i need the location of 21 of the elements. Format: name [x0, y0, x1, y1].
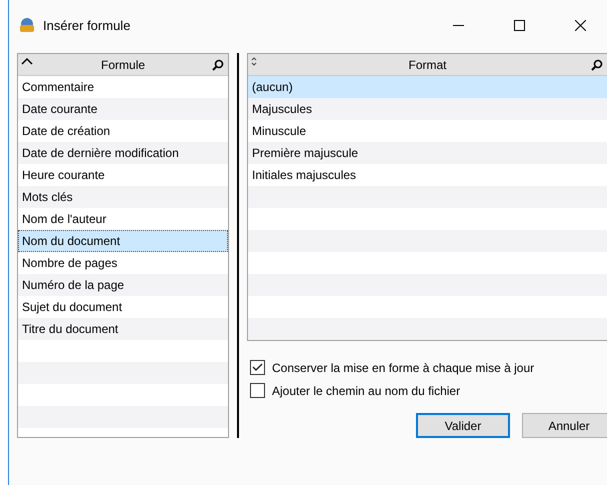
sort-up-icon[interactable] [21, 56, 33, 64]
maximize-icon[interactable] [514, 20, 524, 30]
sort-icon[interactable] [251, 56, 257, 66]
column-header-label: Formule [100, 58, 146, 72]
column-header-label: Format [407, 58, 448, 72]
checkbox[interactable] [250, 383, 265, 398]
dialog-button[interactable]: Valider [416, 413, 510, 438]
window-title: Insérer formule [43, 18, 132, 32]
checkbox-option[interactable]: Ajouter le chemin au nom du fichier [250, 383, 607, 398]
list-item[interactable]: (aucun) [248, 76, 607, 98]
option-label: Conserver la mise en forme à chaque mise à jour [272, 360, 534, 374]
checkbox[interactable] [250, 360, 265, 375]
option-label: Ajouter le chemin au nom du fichier [272, 384, 460, 398]
checkbox-option[interactable]: Conserver la mise en forme à chaque mise à jour [250, 360, 607, 375]
list-item[interactable]: Nom du document [18, 230, 228, 252]
search-icon[interactable] [591, 58, 603, 70]
column-header[interactable]: Formule [18, 54, 228, 76]
close-icon[interactable] [574, 20, 586, 30]
column-header[interactable]: Format [248, 54, 607, 76]
dialog-button[interactable]: Annuler [522, 413, 607, 438]
search-icon[interactable] [212, 58, 224, 70]
